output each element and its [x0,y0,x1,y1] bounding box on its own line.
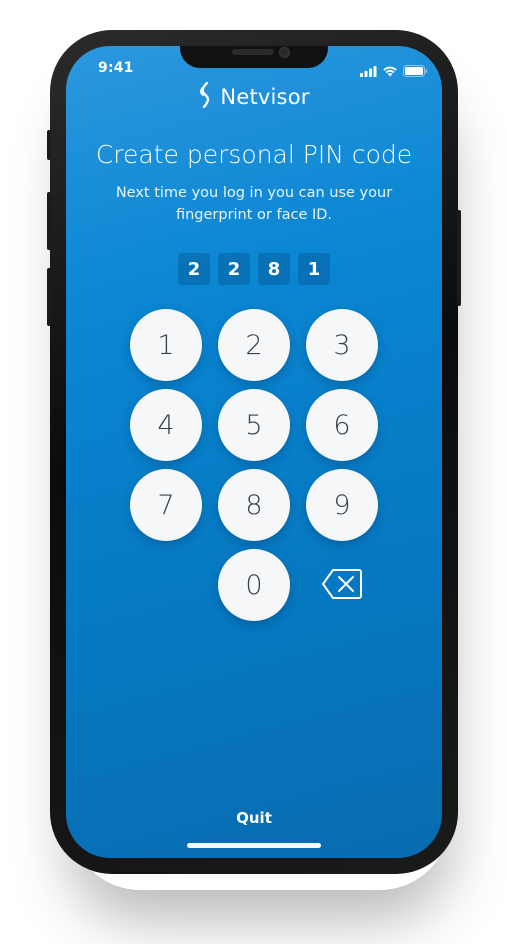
mute-switch [47,130,51,160]
notch [180,46,328,68]
brand-name: Netvisor [220,85,310,109]
stage: 9:41 Netvisor Create personal PIN code N… [0,0,507,944]
pin-digit: 1 [298,253,330,285]
brand-logo: Netvisor [66,81,442,112]
volume-up-button [47,192,51,250]
keypad-key-2[interactable]: 2 [218,309,290,381]
status-time: 9:41 [98,60,134,76]
keypad-key-1[interactable]: 1 [130,309,202,381]
battery-icon [403,62,428,81]
keypad-key-7[interactable]: 7 [130,469,202,541]
status-icons [360,62,428,81]
keypad-key-6[interactable]: 6 [306,389,378,461]
backspace-icon [321,568,363,604]
keypad-key-8[interactable]: 8 [218,469,290,541]
page-title: Create personal PIN code [95,140,413,169]
cellular-signal-icon [360,62,377,81]
keypad-key-9[interactable]: 9 [306,469,378,541]
front-camera [279,47,290,58]
keypad-key-5[interactable]: 5 [218,389,290,461]
power-button [457,210,461,306]
pin-display: 2 2 8 1 [66,253,442,285]
page-subtitle: Next time you log in you can use your fi… [115,185,393,223]
keypad-key-0[interactable]: 0 [218,549,290,621]
speaker [232,49,274,55]
home-indicator [187,843,321,848]
pin-digit: 2 [218,253,250,285]
keypad-key-4[interactable]: 4 [130,389,202,461]
pin-digit: 8 [258,253,290,285]
wifi-icon [382,62,398,81]
keypad-key-3[interactable]: 3 [306,309,378,381]
app-screen: 9:41 Netvisor Create personal PIN code N… [66,46,442,858]
volume-down-button [47,268,51,326]
quit-button[interactable]: Quit [66,809,442,827]
backspace-button[interactable] [320,568,364,604]
pin-digit: 2 [178,253,210,285]
netvisor-logo-icon [198,81,214,112]
